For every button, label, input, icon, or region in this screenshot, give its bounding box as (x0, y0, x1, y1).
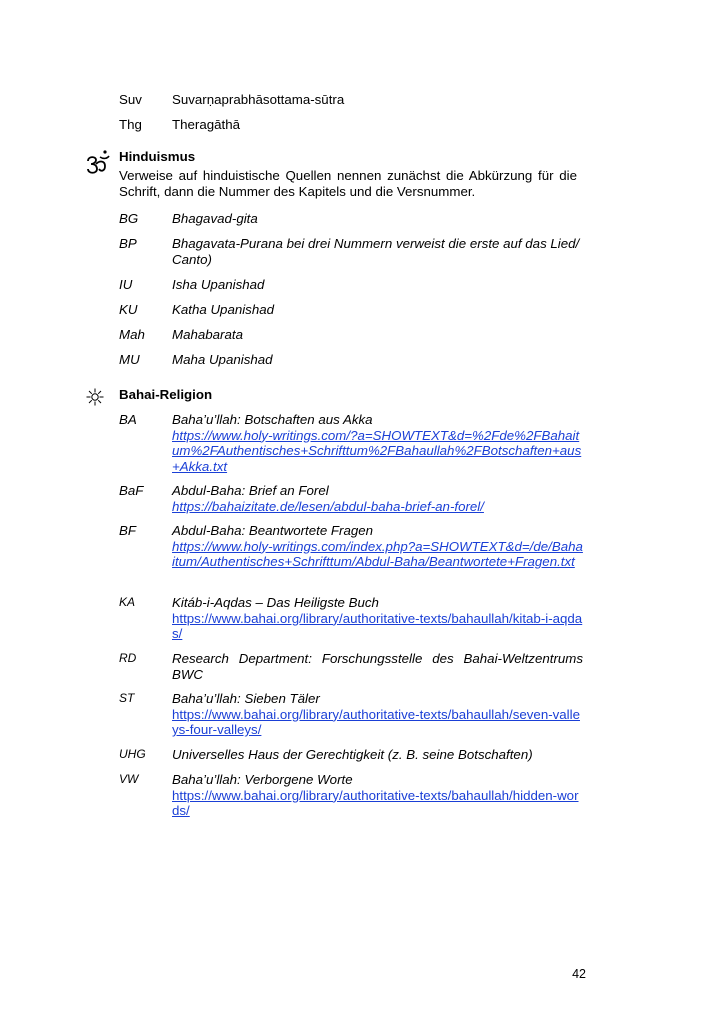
om-icon (87, 150, 110, 174)
abbreviation-meaning: Baha’u’llah: Verborgene Worte (172, 772, 353, 787)
source-link[interactable]: https://www.holy-writings.com/?a=SHOWTEX… (172, 428, 583, 475)
abbreviation-meaning: Abdul-Baha: Brief an Forel (172, 483, 329, 498)
section-heading: Bahai-Religion (119, 387, 213, 402)
abbreviation: VW (119, 772, 139, 786)
abbreviation: MU (119, 352, 140, 367)
abbreviation-meaning: Universelles Haus der Gerechtigkeit (z. … (172, 747, 533, 762)
source-link[interactable]: https://www.bahai.org/library/authoritat… (172, 707, 583, 738)
abbreviation-meaning: Katha Upanishad (172, 302, 275, 317)
abbreviation-meaning: Suvarṇaprabhāsottama-sūtra (172, 92, 345, 107)
nine-pointed-star-icon (86, 388, 104, 406)
abbreviation: Thg (119, 117, 142, 132)
section-heading: Hinduismus (119, 149, 196, 164)
abbreviation-meaning: Maha Upanishad (172, 352, 273, 367)
abbreviation-meaning: Baha’u’llah: Sieben Täler (172, 691, 320, 706)
abbreviation-meaning: Kitáb-i-Aqdas – Das Heiligste Buch (172, 595, 379, 610)
source-link[interactable]: https://www.bahai.org/library/authoritat… (172, 788, 583, 819)
abbreviation-meaning: Bhagavad-gita (172, 211, 258, 226)
abbreviation-meaning: Abdul-Baha: Beantwortete Fragen (172, 523, 374, 538)
page-number: 42 (572, 967, 586, 981)
abbreviation: IU (119, 277, 133, 292)
abbreviation: BG (119, 211, 139, 226)
source-link[interactable]: https://www.bahai.org/library/authoritat… (172, 611, 583, 642)
source-link[interactable]: https://bahaizitate.de/lesen/abdul-baha-… (172, 499, 583, 515)
abbreviation: ST (119, 691, 135, 705)
abbreviation-meaning: Baha’u’llah: Botschaften aus Akka (172, 412, 373, 427)
abbreviation-meaning: Mahabarata (172, 327, 243, 342)
abbreviation-meaning: Isha Upanishad (172, 277, 265, 292)
abbreviation: BF (119, 523, 136, 538)
abbreviation: RD (119, 651, 137, 665)
abbreviation: Suv (119, 92, 142, 107)
abbreviation: BA (119, 412, 137, 427)
abbreviation-meaning: Bhagavata-Purana bei drei Nummern verwei… (172, 236, 580, 267)
abbreviation: BaF (119, 483, 144, 498)
abbreviation: KU (119, 302, 138, 317)
abbreviation: KA (119, 595, 136, 609)
abbreviation-meaning: Theragāthā (172, 117, 241, 132)
source-link[interactable]: https://www.holy-writings.com/index.php?… (172, 539, 583, 570)
abbreviation: Mah (119, 327, 145, 342)
abbreviation: BP (119, 236, 137, 251)
abbreviation-meaning: Research Department: Forschungsstelle de… (172, 651, 583, 682)
abbreviation: UHG (119, 747, 146, 761)
section-intro: Verweise auf hinduistische Quellen nenne… (119, 168, 577, 199)
